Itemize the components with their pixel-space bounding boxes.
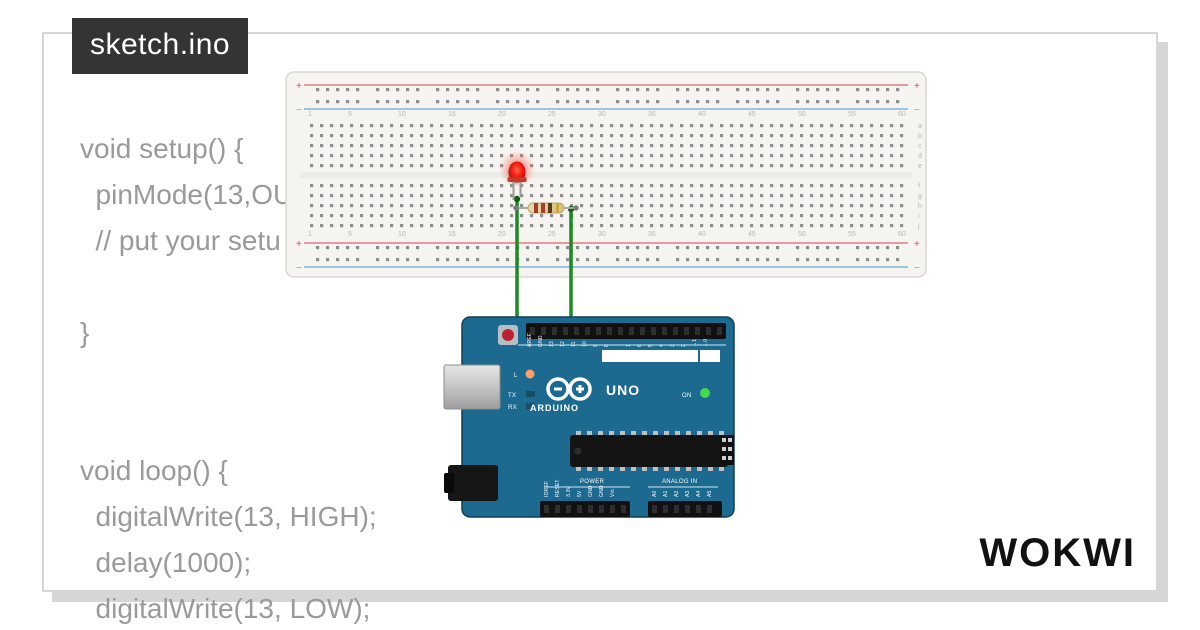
brand-logo: WOKWI: [979, 531, 1136, 576]
code-text: void setup() { pinMode(13,OU // put your…: [80, 133, 377, 624]
file-tab-label: sketch.ino: [90, 28, 230, 61]
brand-label: WOKWI: [979, 531, 1136, 575]
code-editor[interactable]: void setup() { pinMode(13,OU // put your…: [80, 126, 440, 630]
file-tab[interactable]: sketch.ino: [72, 18, 248, 74]
